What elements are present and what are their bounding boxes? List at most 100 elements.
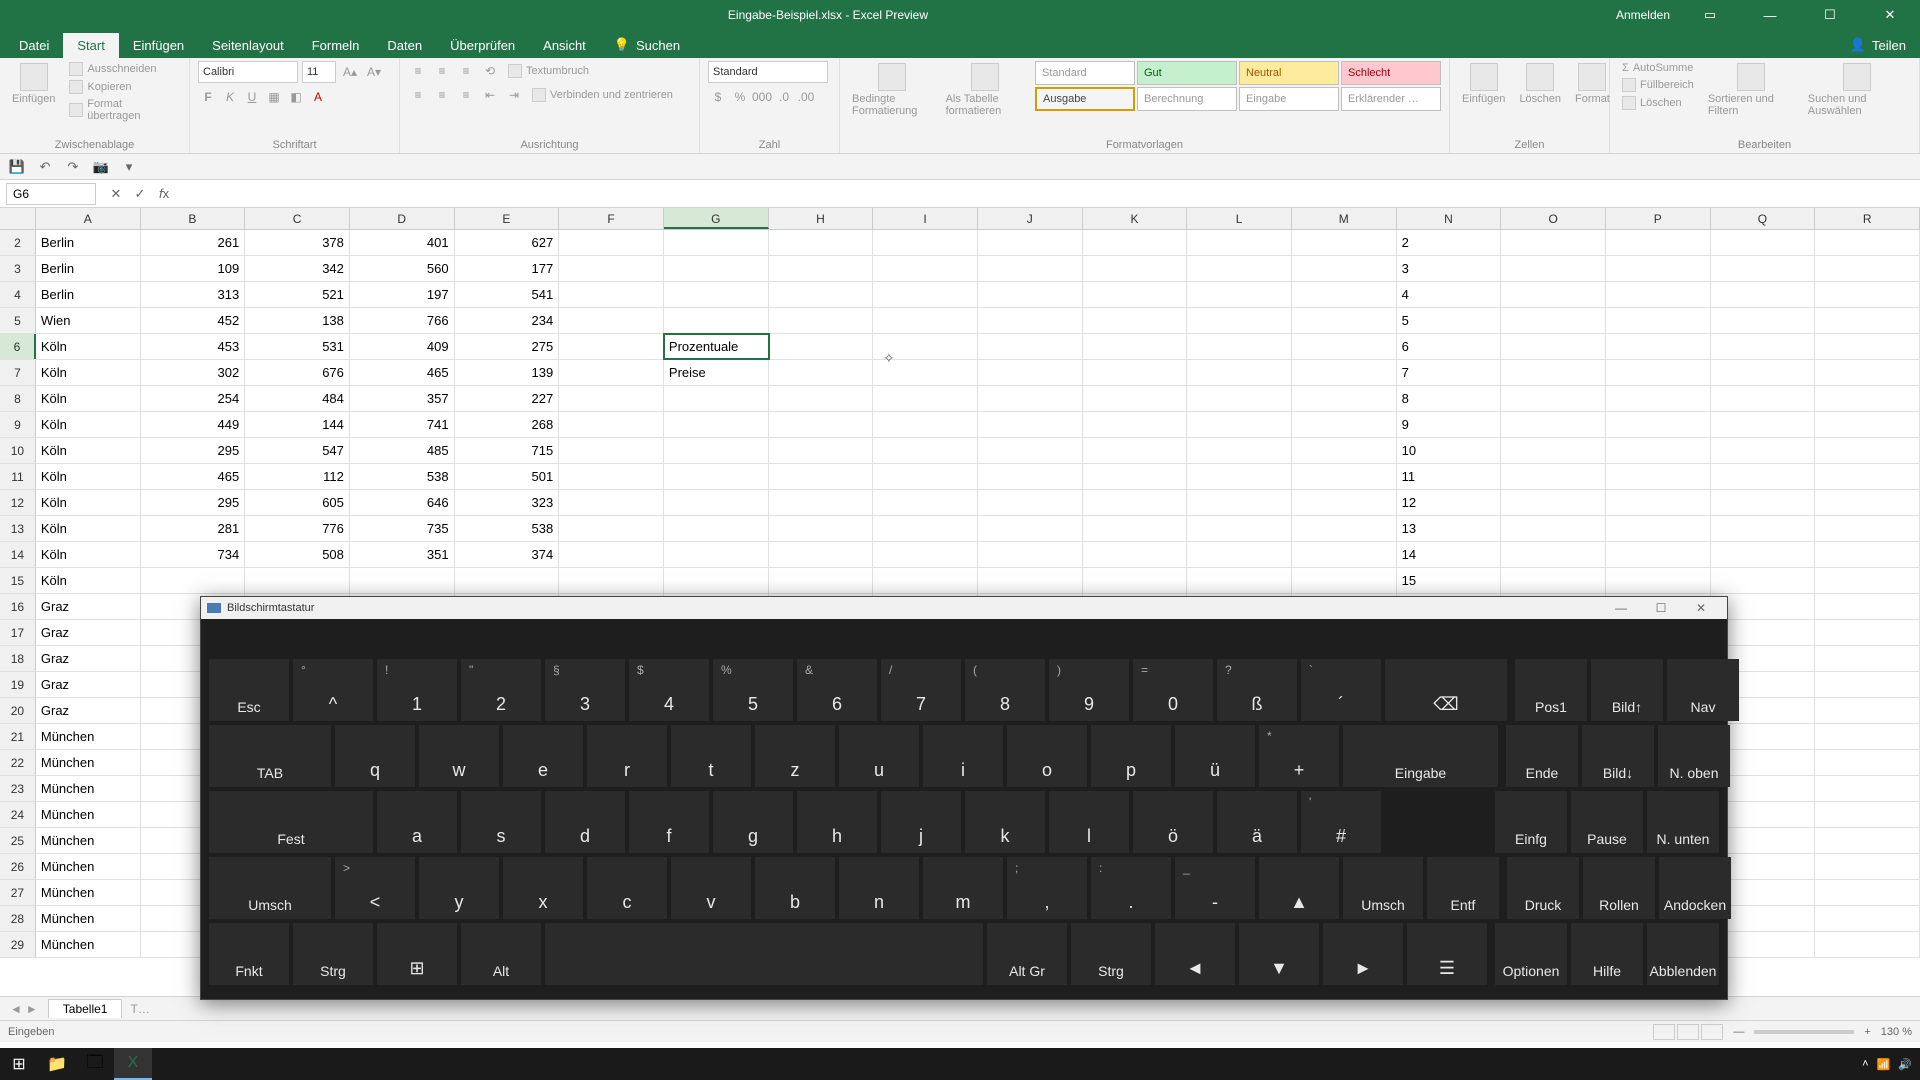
cell[interactable]: München xyxy=(36,828,141,853)
column-header[interactable]: F xyxy=(559,208,664,229)
cell[interactable] xyxy=(978,386,1083,411)
osk-key[interactable]: Umsch xyxy=(209,857,331,919)
cell[interactable]: 4 xyxy=(1397,282,1502,307)
cell[interactable]: Köln xyxy=(36,386,141,411)
align-middle-icon[interactable]: ≡ xyxy=(432,61,452,81)
cell[interactable] xyxy=(1711,256,1816,281)
row-header[interactable]: 15 xyxy=(0,568,36,593)
osk-key[interactable]: a xyxy=(377,791,457,853)
cell[interactable] xyxy=(1606,412,1711,437)
osk-key[interactable]: Strg xyxy=(293,923,373,985)
row-header[interactable]: 8 xyxy=(0,386,36,411)
row-header[interactable]: 26 xyxy=(0,854,36,879)
column-header[interactable]: O xyxy=(1501,208,1606,229)
cell[interactable]: Wien xyxy=(36,308,141,333)
cell[interactable]: Graz xyxy=(36,646,141,671)
cell[interactable]: 627 xyxy=(455,230,560,255)
cell[interactable] xyxy=(769,412,874,437)
osk-key[interactable]: =0 xyxy=(1133,659,1213,721)
osk-key[interactable]: ;, xyxy=(1007,857,1087,919)
inc-decimal-icon[interactable]: .0 xyxy=(774,87,794,107)
cell[interactable] xyxy=(1815,308,1920,333)
osk-key[interactable]: ⌫ xyxy=(1385,659,1507,721)
cell[interactable] xyxy=(1501,256,1606,281)
osk-key[interactable]: Pause xyxy=(1571,791,1643,853)
cell[interactable] xyxy=(245,568,350,593)
border-button[interactable]: ▦ xyxy=(264,87,284,107)
cell[interactable]: 144 xyxy=(245,412,350,437)
cell[interactable]: 302 xyxy=(141,360,246,385)
cell[interactable] xyxy=(769,464,874,489)
osk-key[interactable]: Fest xyxy=(209,791,373,853)
currency-icon[interactable]: $ xyxy=(708,87,728,107)
cell[interactable] xyxy=(1292,542,1397,567)
cell[interactable] xyxy=(1815,490,1920,515)
cell[interactable] xyxy=(1501,542,1606,567)
cell[interactable]: 323 xyxy=(455,490,560,515)
osk-key[interactable]: !1 xyxy=(377,659,457,721)
osk-key[interactable]: c xyxy=(587,857,667,919)
cond-format-button[interactable]: Bedingte Formatierung xyxy=(848,61,936,119)
osk-key[interactable]: &6 xyxy=(797,659,877,721)
cell[interactable] xyxy=(873,386,978,411)
start-button[interactable]: ⊞ xyxy=(0,1048,38,1080)
style-gut[interactable]: Gut xyxy=(1137,61,1237,85)
tray-chevron-icon[interactable]: ˄ xyxy=(1862,1058,1868,1070)
cell[interactable] xyxy=(1187,490,1292,515)
tray-network-icon[interactable]: 📶 xyxy=(1877,1058,1891,1071)
cell[interactable]: 734 xyxy=(141,542,246,567)
cell[interactable] xyxy=(1292,386,1397,411)
osk-key[interactable]: ◄ xyxy=(1155,923,1235,985)
osk-key[interactable]: ▲ xyxy=(1259,857,1339,919)
fill-button[interactable]: Füllbereich xyxy=(1618,77,1698,93)
osk-key[interactable]: m xyxy=(923,857,1003,919)
osk-key[interactable]: N. oben xyxy=(1658,725,1730,787)
cell[interactable] xyxy=(1083,464,1188,489)
osk-key[interactable]: j xyxy=(881,791,961,853)
cell[interactable] xyxy=(559,360,664,385)
cell[interactable] xyxy=(769,256,874,281)
cell[interactable]: 374 xyxy=(455,542,560,567)
cell[interactable] xyxy=(1187,282,1292,307)
cell[interactable] xyxy=(769,386,874,411)
cell[interactable] xyxy=(1187,230,1292,255)
style-berechnung[interactable]: Berechnung xyxy=(1137,87,1237,111)
osk-key[interactable]: t xyxy=(671,725,751,787)
camera-icon[interactable]: 📷 xyxy=(92,158,110,176)
cell[interactable]: 139 xyxy=(455,360,560,385)
font-name-select[interactable] xyxy=(198,61,298,83)
cell[interactable] xyxy=(1292,464,1397,489)
column-header[interactable]: N xyxy=(1397,208,1502,229)
cell[interactable]: Berlin xyxy=(36,230,141,255)
column-header[interactable]: G xyxy=(664,208,769,229)
cell[interactable] xyxy=(1815,542,1920,567)
row-header[interactable]: 27 xyxy=(0,880,36,905)
row-header[interactable]: 25 xyxy=(0,828,36,853)
cell[interactable]: Graz xyxy=(36,672,141,697)
cell[interactable] xyxy=(1815,568,1920,593)
save-icon[interactable]: 💾 xyxy=(8,158,26,176)
delete-cells-button[interactable]: Löschen xyxy=(1515,61,1565,107)
osk-key[interactable]: '# xyxy=(1301,791,1381,853)
cell[interactable] xyxy=(978,256,1083,281)
column-header[interactable]: B xyxy=(141,208,246,229)
cell[interactable] xyxy=(664,438,769,463)
osk-key[interactable]: u xyxy=(839,725,919,787)
indent-inc-icon[interactable]: ⇥ xyxy=(504,85,524,105)
cell[interactable] xyxy=(1292,438,1397,463)
cell[interactable]: 3 xyxy=(1397,256,1502,281)
cell[interactable] xyxy=(1606,490,1711,515)
osk-key[interactable]: ☰ xyxy=(1407,923,1487,985)
cell[interactable] xyxy=(559,490,664,515)
align-top-icon[interactable]: ≡ xyxy=(408,61,428,81)
cell[interactable] xyxy=(1711,360,1816,385)
tab-ueberpruefen[interactable]: Überprüfen xyxy=(436,33,529,58)
cell[interactable] xyxy=(873,412,978,437)
merge-button[interactable]: Verbinden und zentrieren xyxy=(528,87,677,103)
cell[interactable] xyxy=(559,412,664,437)
cell[interactable]: 357 xyxy=(350,386,455,411)
row-header[interactable]: 11 xyxy=(0,464,36,489)
as-table-button[interactable]: Als Tabelle formatieren xyxy=(942,61,1029,119)
cell[interactable]: 531 xyxy=(245,334,350,359)
align-left-icon[interactable]: ≡ xyxy=(408,85,428,105)
